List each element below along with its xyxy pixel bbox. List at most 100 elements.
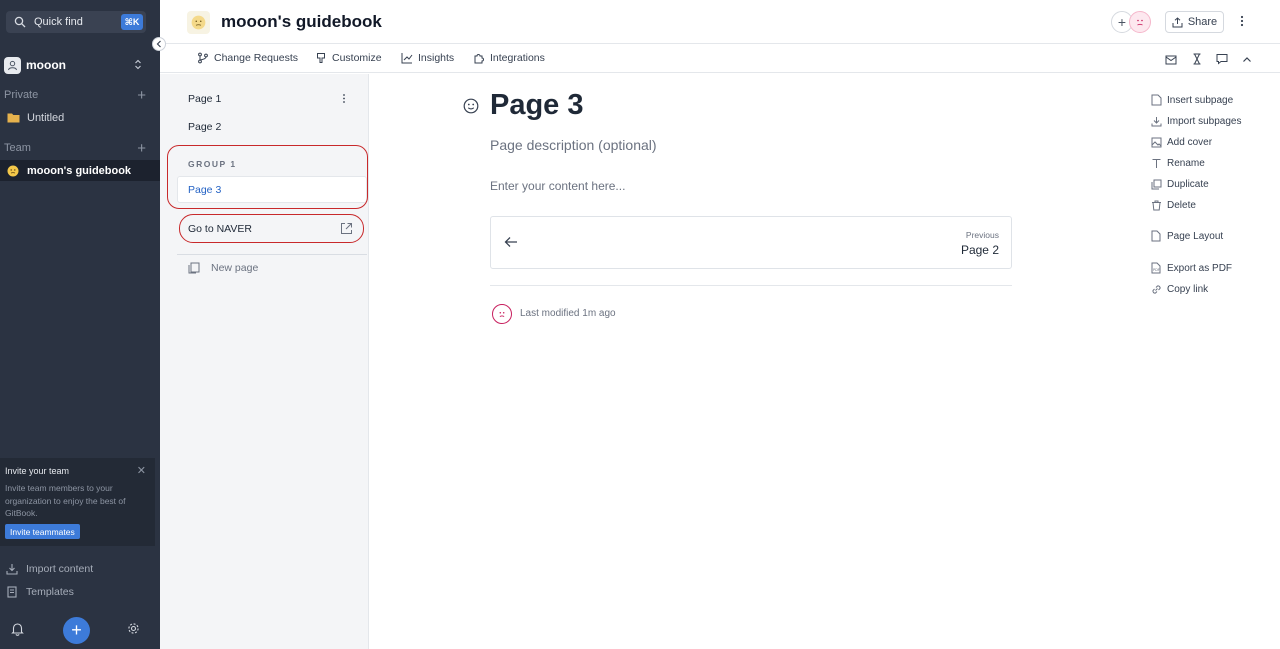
action-label: Duplicate bbox=[1167, 178, 1209, 190]
org-avatar bbox=[4, 56, 21, 74]
templates-link[interactable]: Templates bbox=[6, 586, 74, 598]
chevron-up-icon[interactable] bbox=[1240, 52, 1254, 66]
action-label: Rename bbox=[1167, 157, 1205, 169]
new-space-button[interactable]: + bbox=[63, 617, 90, 644]
action-label: Delete bbox=[1167, 199, 1196, 211]
page-title[interactable]: Page 3 bbox=[490, 89, 584, 122]
arrow-left-icon bbox=[504, 237, 517, 247]
org-name: mooon bbox=[26, 58, 66, 72]
sidebar-item-untitled[interactable]: Untitled bbox=[0, 107, 160, 128]
sidebar-item-guidebook[interactable]: mooon's guidebook bbox=[0, 160, 160, 181]
invite-description: Invite team members to your organization… bbox=[5, 483, 126, 518]
more-vertical-icon[interactable] bbox=[1240, 14, 1244, 28]
sidebar-item-label: Untitled bbox=[27, 111, 65, 124]
new-page-button[interactable]: New page bbox=[188, 262, 258, 274]
rename-action[interactable]: Rename bbox=[1150, 157, 1205, 169]
share-button[interactable]: Share bbox=[1165, 11, 1224, 33]
add-private-button[interactable]: + bbox=[137, 87, 146, 104]
share-icon bbox=[1172, 16, 1183, 27]
org-switcher[interactable]: mooon bbox=[4, 54, 154, 76]
gear-icon[interactable] bbox=[127, 622, 140, 635]
collapse-sidebar-button[interactable] bbox=[152, 37, 166, 51]
import-content-link[interactable]: Import content bbox=[6, 563, 93, 575]
add-team-button[interactable]: + bbox=[137, 140, 146, 157]
puzzle-icon bbox=[474, 54, 484, 64]
delete-action[interactable]: Delete bbox=[1150, 199, 1196, 211]
insert-subpage-icon bbox=[1150, 94, 1162, 106]
invite-team-card: Invite your team ✕ Invite team members t… bbox=[0, 458, 155, 546]
chevron-left-icon bbox=[156, 40, 161, 48]
add-cover-action[interactable]: Add cover bbox=[1150, 136, 1212, 148]
new-page-icon bbox=[188, 262, 200, 274]
branch-icon bbox=[198, 52, 208, 64]
annotation-highlight-group bbox=[167, 145, 368, 209]
page-description-field[interactable]: Page description (optional) bbox=[490, 137, 657, 153]
tree-item-page-2[interactable]: Page 2 bbox=[188, 121, 221, 133]
add-emoji-icon[interactable] bbox=[463, 98, 479, 114]
action-label: Add cover bbox=[1167, 136, 1213, 148]
history-icon[interactable] bbox=[1190, 52, 1204, 66]
team-section-header: Team + bbox=[4, 140, 150, 157]
tree-item-page-1[interactable]: Page 1 bbox=[188, 93, 221, 105]
space-emoji-icon[interactable] bbox=[187, 11, 210, 34]
customize-tab[interactable]: Customize bbox=[315, 52, 382, 64]
integrations-tab[interactable]: Integrations bbox=[473, 52, 545, 64]
action-label: Export as PDF bbox=[1167, 262, 1233, 274]
change-requests-tab[interactable]: Change Requests bbox=[197, 52, 298, 64]
insights-label: Insights bbox=[418, 52, 455, 64]
page-content-editor[interactable]: Enter your content here... bbox=[490, 179, 625, 193]
quick-find-shortcut: ⌘K bbox=[121, 14, 143, 30]
import-icon bbox=[6, 564, 18, 575]
trash-icon bbox=[1150, 199, 1162, 211]
avatar-face-icon bbox=[499, 311, 505, 317]
insights-tab[interactable]: Insights bbox=[401, 52, 454, 64]
bell-icon[interactable] bbox=[11, 622, 24, 636]
avatar bbox=[492, 304, 512, 324]
brush-icon bbox=[317, 53, 325, 63]
text-icon bbox=[1150, 157, 1162, 169]
previous-page-card[interactable]: Previous Page 2 bbox=[490, 216, 1012, 269]
svg-text:PDF: PDF bbox=[1153, 268, 1160, 272]
inbox-icon[interactable] bbox=[1164, 52, 1178, 66]
duplicate-action[interactable]: Duplicate bbox=[1150, 178, 1209, 190]
space-title: mooon's guidebook bbox=[221, 12, 382, 31]
copy-link-action[interactable]: Copy link bbox=[1150, 283, 1208, 295]
page-icon bbox=[1150, 230, 1162, 242]
annotation-highlight-link bbox=[179, 214, 364, 243]
link-icon bbox=[1150, 283, 1162, 295]
action-label: Insert subpage bbox=[1167, 94, 1234, 106]
change-requests-label: Change Requests bbox=[214, 52, 299, 64]
quick-find-button[interactable]: Quick find ⌘K bbox=[6, 11, 146, 33]
private-section-header: Private + bbox=[4, 87, 150, 104]
invite-teammates-button[interactable]: Invite teammates bbox=[5, 524, 80, 539]
space-header: mooon's guidebook + Share bbox=[160, 0, 1280, 44]
action-label: Copy link bbox=[1167, 283, 1209, 295]
customize-label: Customize bbox=[332, 52, 382, 64]
action-label: Import subpages bbox=[1167, 115, 1242, 127]
comment-icon[interactable] bbox=[1215, 52, 1229, 66]
team-section-label: Team bbox=[4, 142, 31, 154]
share-label: Share bbox=[1187, 16, 1218, 28]
page-tree: Page 1 Page 2 GROUP 1 Page 3 Go to NAVER… bbox=[160, 74, 369, 649]
more-vertical-icon[interactable] bbox=[342, 93, 346, 104]
folder-icon bbox=[6, 111, 20, 125]
search-icon bbox=[14, 16, 26, 28]
import-subpages-action[interactable]: Import subpages bbox=[1150, 115, 1242, 127]
export-pdf-action[interactable]: PDF Export as PDF bbox=[1150, 262, 1232, 274]
avatar-face-icon bbox=[1137, 19, 1143, 26]
templates-icon bbox=[7, 586, 17, 598]
avatar[interactable] bbox=[1129, 11, 1151, 33]
divider bbox=[490, 285, 1012, 286]
import-content-label: Import content bbox=[26, 563, 94, 575]
chevron-updown-icon bbox=[135, 59, 141, 70]
import-icon bbox=[1150, 115, 1162, 127]
page-layout-action[interactable]: Page Layout bbox=[1150, 230, 1223, 242]
close-icon[interactable]: ✕ bbox=[137, 464, 146, 477]
quick-find-label: Quick find bbox=[34, 16, 83, 28]
plus-icon: + bbox=[1117, 14, 1127, 30]
previous-page-title: Page 2 bbox=[960, 243, 999, 257]
insert-subpage-action[interactable]: Insert subpage bbox=[1150, 94, 1233, 106]
sidebar: Quick find ⌘K mooon Private + Untitled T… bbox=[0, 0, 160, 649]
action-label: Page Layout bbox=[1167, 230, 1224, 242]
space-toolbar: Change Requests Customize Insights Integ… bbox=[160, 45, 1280, 73]
